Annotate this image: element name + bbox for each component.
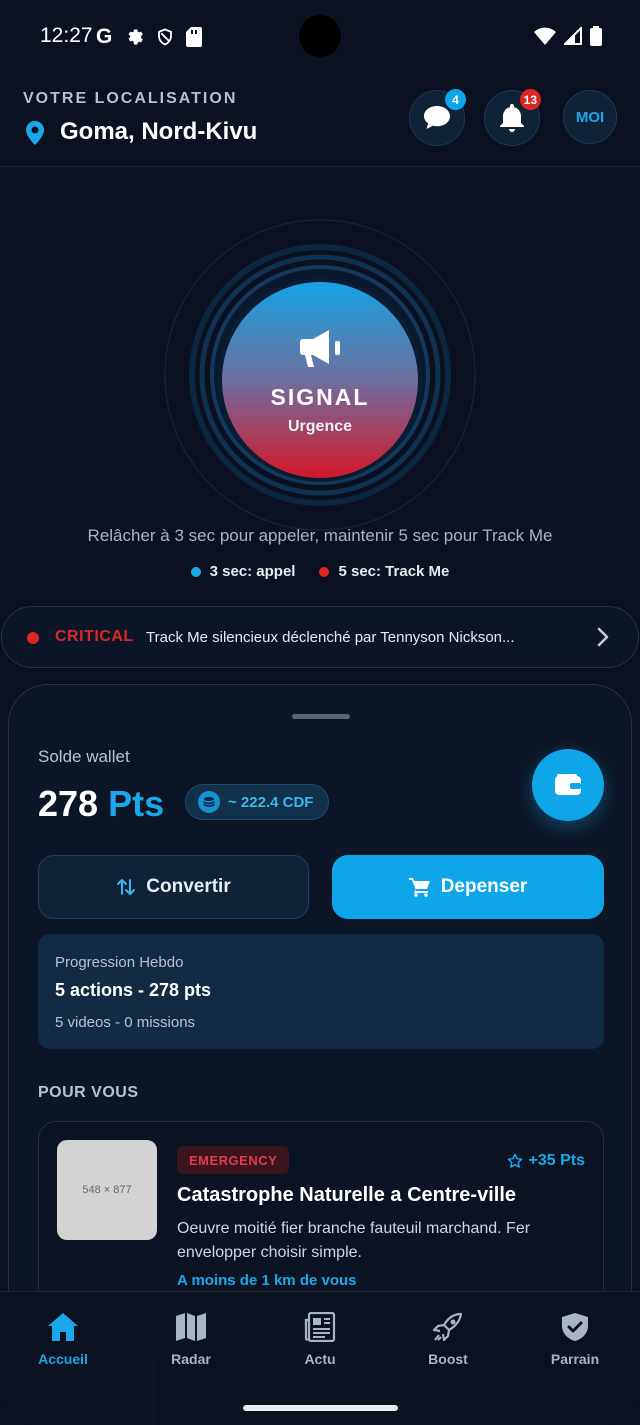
camera-cutout — [299, 15, 341, 57]
card-category-tag: EMERGENCY — [177, 1146, 290, 1174]
convert-button[interactable]: Convertir — [38, 855, 309, 919]
card-distance: A moins de 1 km de vous — [177, 1272, 357, 1289]
nav-item-accueil[interactable]: Accueil — [8, 1312, 118, 1367]
coins-icon — [198, 791, 220, 813]
signal-legend: 3 sec: appel 5 sec: Track Me — [0, 563, 640, 580]
header-divider — [0, 166, 640, 167]
signal-strength-icon — [564, 27, 582, 45]
spend-label: Depenser — [440, 876, 528, 897]
chevron-right-icon — [597, 627, 609, 647]
progress-title: Progression Hebdo — [55, 954, 184, 971]
chat-button[interactable]: 4 — [409, 89, 466, 146]
legend-label-trackme: 5 sec: Track Me — [338, 563, 450, 580]
newspaper-icon — [304, 1312, 336, 1342]
for-you-title: POUR VOUS — [38, 1084, 139, 1101]
progress-summary: 5 actions - 278 pts — [55, 980, 212, 1000]
sd-card-icon — [186, 27, 203, 47]
profile-button[interactable]: MOI — [563, 90, 617, 144]
nav-label-radar: Radar — [171, 1351, 211, 1367]
alert-level: CRITICAL — [55, 628, 134, 645]
status-left-icons: G — [96, 25, 203, 49]
location-city[interactable]: Goma, Nord-Kivu — [60, 118, 257, 146]
legend-dot-call — [190, 566, 201, 577]
wallet-button[interactable] — [532, 749, 604, 821]
spend-button[interactable]: Depenser — [332, 855, 604, 919]
wallet-label: Solde wallet — [38, 747, 130, 766]
bell-icon — [500, 104, 524, 132]
nav-item-actu[interactable]: Actu — [265, 1312, 375, 1367]
wifi-icon — [534, 27, 556, 45]
home-icon — [48, 1313, 78, 1341]
alert-dot — [27, 632, 39, 644]
chat-icon — [424, 106, 450, 129]
shield-check-icon — [562, 1313, 588, 1341]
megaphone-icon — [300, 330, 340, 367]
location-label: VOTRE LOCALISATION — [23, 90, 238, 107]
alert-message: Track Me silencieux déclenché par Tennys… — [146, 629, 515, 646]
home-indicator[interactable] — [243, 1405, 398, 1411]
wallet-balance-value: 278 — [38, 783, 99, 824]
legend-item-trackme: 5 sec: Track Me — [319, 563, 449, 580]
legend-dot-trackme — [319, 566, 330, 577]
card-thumbnail: 548 × 877 — [57, 1140, 157, 1240]
nav-label-boost: Boost — [428, 1351, 468, 1367]
status-right-icons — [534, 26, 602, 46]
critical-alert-banner[interactable]: CRITICAL Track Me silencieux déclenché p… — [1, 606, 639, 668]
card-title: Catastrophe Naturelle a Centre-ville — [177, 1184, 516, 1206]
location-pin-icon — [26, 121, 44, 145]
battery-icon — [590, 26, 602, 46]
nav-label-accueil: Accueil — [38, 1351, 88, 1367]
legend-label-call: 3 sec: appel — [209, 563, 296, 580]
nav-item-radar[interactable]: Radar — [136, 1312, 246, 1367]
progress-details: 5 videos - 0 missions — [55, 1014, 196, 1031]
convert-label: Convertir — [146, 876, 231, 897]
signal-subtitle: Urgence — [287, 418, 353, 435]
status-time: 12:27 — [40, 24, 93, 47]
nav-item-parrain[interactable]: Parrain — [520, 1312, 630, 1367]
star-icon — [507, 1153, 522, 1168]
status-bar: 12:27 G — [0, 0, 640, 72]
weekly-progress-card: Progression Hebdo 5 actions - 278 pts 5 … — [38, 934, 604, 1049]
cdf-value: ~ 222.4 CDF — [228, 793, 314, 811]
settings-icon — [128, 29, 144, 45]
app-screen: 12:27 G VOTRE LOCALISATION Goma, Nord-Ki… — [0, 0, 640, 1425]
profile-label: MOI — [575, 108, 605, 126]
card-description: Oeuvre moitié fier branche fauteuil marc… — [177, 1220, 531, 1261]
shield-status-icon — [158, 28, 173, 46]
cart-icon — [408, 878, 430, 897]
legend-item-call: 3 sec: appel — [190, 563, 296, 580]
notifications-badge: 13 — [519, 89, 541, 110]
signal-area: SIGNAL Urgence — [0, 200, 640, 540]
wallet-balance-unit: Pts — [108, 783, 165, 824]
swap-vertical-icon — [117, 879, 136, 895]
wallet-icon — [555, 774, 581, 795]
signal-button[interactable]: SIGNAL Urgence — [222, 282, 418, 478]
cdf-equivalent-badge: ~ 222.4 CDF — [185, 784, 330, 820]
signal-hint: Relâcher à 3 sec pour appeler, maintenir… — [87, 526, 553, 545]
card-points: +35 Pts — [507, 1152, 585, 1170]
rocket-icon — [432, 1312, 463, 1342]
signal-title: SIGNAL — [270, 384, 370, 410]
sheet-drag-handle[interactable] — [292, 714, 350, 719]
card-points-value: +35 Pts — [528, 1152, 585, 1169]
nav-label-parrain: Parrain — [550, 1351, 600, 1367]
wallet-balance: 278 Pts — [38, 783, 164, 825]
chat-badge: 4 — [445, 89, 466, 110]
nav-item-boost[interactable]: Boost — [393, 1312, 503, 1367]
map-icon — [176, 1313, 206, 1341]
nav-label-actu: Actu — [304, 1351, 336, 1367]
google-icon: G — [96, 25, 113, 48]
notifications-button[interactable]: 13 — [484, 89, 541, 146]
